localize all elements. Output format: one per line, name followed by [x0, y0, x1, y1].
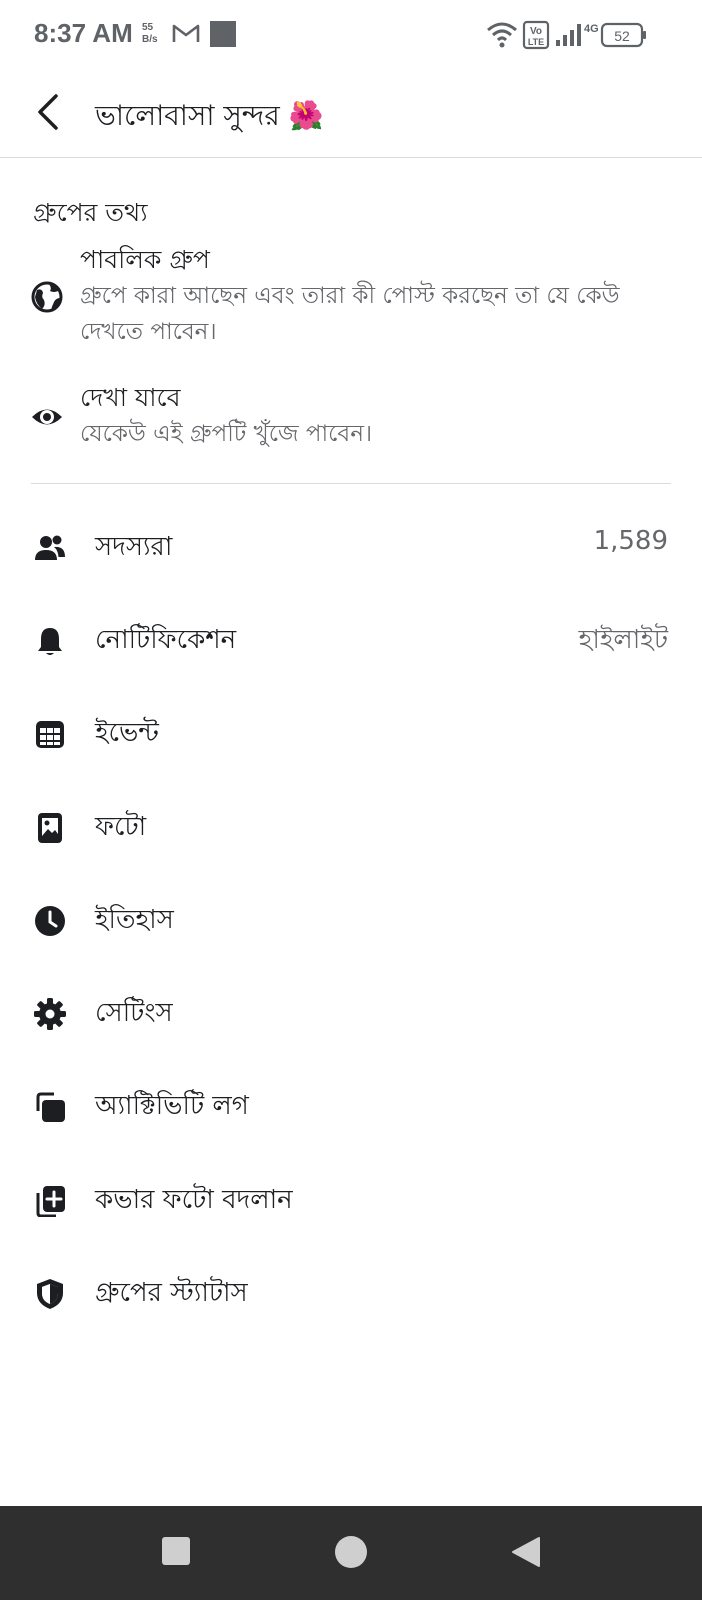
svg-text:Vo: Vo: [530, 26, 542, 37]
svg-text:LTE: LTE: [528, 37, 544, 47]
members-icon: [35, 535, 65, 560]
group-name: ভালোবাসা সুন্দর 🌺: [95, 99, 324, 132]
menu-item-photos[interactable]: ফটো: [0, 790, 702, 870]
home-button[interactable]: [334, 1535, 368, 1569]
menu-item-change-cover-photo[interactable]: কভার ফটো বদলান: [0, 1163, 702, 1243]
volte-icon: Vo LTE: [522, 20, 550, 50]
visibility-description: যেকেউ এই গ্রুপটি খুঁজে পাবেন।: [80, 421, 373, 447]
privacy-info: পাবলিক গ্রুপ গ্রুপে কারা আছেন এবং তারা ক…: [0, 240, 702, 350]
menu-item-notifications[interactable]: নোটিফিকেশন হাইলাইট: [0, 603, 702, 683]
gmail-icon: [172, 24, 200, 42]
menu-label: ইভেন্ট: [95, 718, 159, 748]
menu-item-members[interactable]: সদস্যরা 1,589: [0, 510, 702, 590]
app-bar: ভালোবাসা সুন্দর 🌺: [0, 72, 702, 158]
signal-icon: [556, 24, 581, 46]
menu-label: ফটো: [95, 812, 147, 842]
shield-icon: [37, 1279, 63, 1309]
privacy-description: গ্রুপে কারা আছেন এবং তারা কী পোস্ট করছেন…: [80, 283, 620, 345]
menu-label: নোটিফিকেশন: [95, 625, 237, 655]
notification-icon: [210, 21, 236, 47]
calendar-icon: [36, 721, 64, 748]
visibility-info: দেখা যাবে যেকেউ এই গ্রুপটি খুঁজে পাবেন।: [0, 378, 702, 458]
members-count: 1,589: [593, 526, 668, 556]
status-time: 8:37 AM: [34, 18, 133, 48]
battery-level: 52: [614, 28, 630, 44]
menu-item-history[interactable]: ইতিহাস: [0, 883, 702, 963]
network-type: 4G: [584, 23, 599, 35]
menu-label: ইতিহাস: [95, 905, 174, 935]
privacy-heading: পাবলিক গ্রুপ: [80, 245, 210, 274]
bell-icon: [38, 628, 62, 655]
section-title-group-info: গ্রুপের তথ্য: [33, 198, 148, 227]
eye-icon: [32, 409, 62, 425]
back-nav-button[interactable]: [509, 1536, 541, 1568]
menu-item-events[interactable]: ইভেন্ট: [0, 696, 702, 776]
visibility-heading: দেখা যাবে: [80, 383, 181, 412]
status-bar: 8:37 AM 55 B/s Vo LTE 4G 52: [0, 0, 702, 72]
gear-icon: [34, 998, 66, 1030]
add-photo-icon: [36, 1186, 65, 1217]
back-button[interactable]: [28, 90, 72, 134]
menu-label: গ্রুপের স্ট্যাটাস: [95, 1278, 248, 1308]
clock-icon: [35, 906, 65, 936]
menu-label: কভার ফটো বদলান: [95, 1185, 293, 1215]
system-navigation-bar: [0, 1506, 702, 1600]
menu-label: সদস্যরা: [95, 532, 173, 562]
notification-setting-value: হাইলাইট: [578, 625, 668, 655]
back-arrow-icon: [38, 94, 58, 130]
status-icons: Vo LTE 4G 52: [486, 18, 650, 52]
menu-item-activity-log[interactable]: অ্যাক্টিভিটি লগ: [0, 1069, 702, 1149]
menu-item-settings[interactable]: সেটিংস: [0, 976, 702, 1056]
network-speed: 55 B/s: [142, 22, 158, 45]
battery-icon: 52: [600, 22, 646, 48]
divider: [31, 483, 671, 484]
menu-label: সেটিংস: [95, 998, 173, 1028]
photo-icon: [38, 813, 62, 843]
recents-button[interactable]: [161, 1536, 191, 1566]
wifi-icon: [487, 22, 517, 48]
menu-label: অ্যাক্টিভিটি লগ: [95, 1091, 249, 1121]
menu-item-group-status[interactable]: গ্রুপের স্ট্যাটাস: [0, 1256, 702, 1336]
activity-log-icon: [36, 1092, 65, 1122]
globe-icon: [31, 281, 63, 313]
